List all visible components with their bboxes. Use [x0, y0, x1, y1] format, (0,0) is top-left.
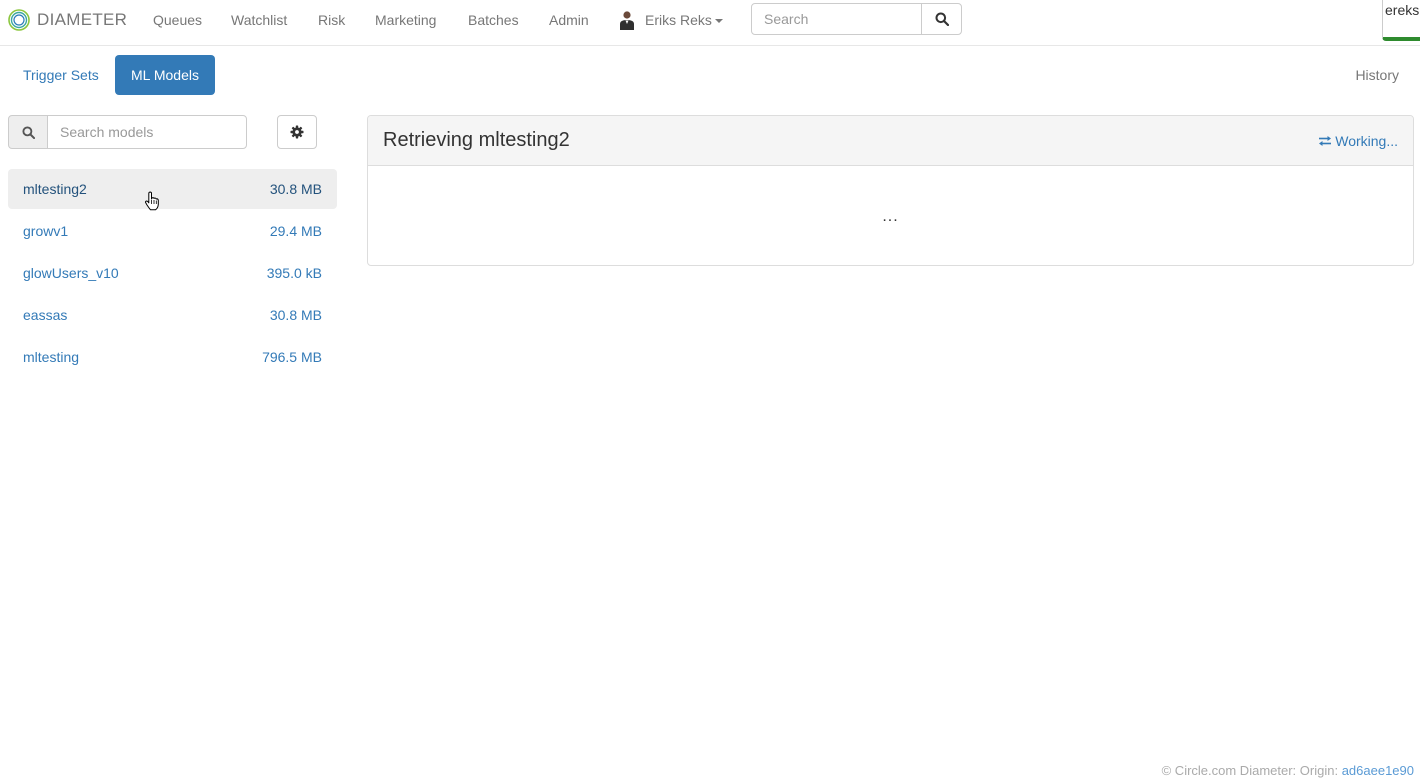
exchange-icon — [1319, 136, 1332, 146]
model-item-mltesting[interactable]: mltesting 796.5 MB — [8, 337, 337, 377]
nav-watchlist[interactable]: Watchlist — [231, 12, 287, 28]
commit-link[interactable]: ad6aee1e90 — [1342, 763, 1414, 778]
nav-admin[interactable]: Admin — [549, 12, 589, 28]
diameter-logo-icon — [8, 9, 30, 31]
tab-trigger-sets[interactable]: Trigger Sets — [9, 55, 113, 95]
model-search-addon — [8, 115, 48, 149]
model-name: growv1 — [23, 223, 69, 239]
avatar-icon — [620, 11, 634, 30]
model-name: mltesting — [23, 349, 80, 365]
model-list: mltesting2 30.8 MB growv1 29.4 MB glowUs… — [8, 169, 337, 379]
status-indicator: Working... — [1318, 133, 1398, 149]
tab-ml-models[interactable]: ML Models — [115, 55, 215, 95]
model-name: mltesting2 — [23, 181, 87, 197]
top-navbar: DIAMETER Queues Watchlist Risk Marketing… — [0, 0, 1420, 46]
model-item-growv1[interactable]: growv1 29.4 MB — [8, 211, 337, 251]
brand[interactable]: DIAMETER — [8, 9, 127, 31]
model-name: glowUsers_v10 — [23, 265, 119, 281]
user-menu[interactable]: Eriks Reks — [619, 10, 723, 30]
user-name: Eriks Reks — [645, 12, 712, 28]
settings-button[interactable] — [277, 115, 317, 149]
search-icon — [21, 125, 35, 139]
model-name: eassas — [23, 307, 68, 323]
model-item-mltesting2[interactable]: mltesting2 30.8 MB — [8, 169, 337, 209]
history-link[interactable]: History — [1355, 67, 1399, 83]
gear-icon — [290, 125, 304, 139]
nav-queues[interactable]: Queues — [153, 12, 202, 28]
model-size: 30.8 MB — [269, 181, 322, 197]
brand-name: DIAMETER — [37, 10, 128, 29]
nav-marketing[interactable]: Marketing — [375, 12, 436, 28]
model-item-glowusers-v10[interactable]: glowUsers_v10 395.0 kB — [8, 253, 337, 293]
global-search-button[interactable] — [921, 3, 962, 35]
panel-heading: Retrieving mltesting2 Working... — [368, 116, 1413, 166]
model-search-input[interactable] — [47, 115, 247, 149]
model-size: 30.8 MB — [269, 307, 322, 323]
footer: © Circle.com Diameter: Origin: ad6aee1e9… — [1162, 763, 1414, 778]
model-size: 796.5 MB — [262, 349, 322, 365]
model-item-eassas[interactable]: eassas 30.8 MB — [8, 295, 337, 335]
model-detail-panel: Retrieving mltesting2 Working... ... — [367, 115, 1414, 266]
nav-risk[interactable]: Risk — [318, 12, 345, 28]
global-search-input[interactable] — [751, 3, 922, 35]
chevron-down-icon — [714, 19, 723, 23]
status-text: Working... — [1335, 133, 1398, 149]
search-icon — [935, 12, 949, 26]
user-tag-label: ereks@ — [1385, 2, 1420, 18]
model-size: 29.4 MB — [269, 223, 322, 239]
nav-batches[interactable]: Batches — [468, 12, 519, 28]
model-size: 395.0 kB — [266, 265, 322, 281]
panel-title: Retrieving mltesting2 — [383, 129, 570, 151]
hand-cursor-icon — [145, 191, 159, 211]
panel-body: ... — [882, 208, 899, 225]
footer-text: © Circle.com Diameter: Origin: — [1161, 763, 1339, 778]
user-tag[interactable]: ereks@ — [1382, 0, 1420, 41]
